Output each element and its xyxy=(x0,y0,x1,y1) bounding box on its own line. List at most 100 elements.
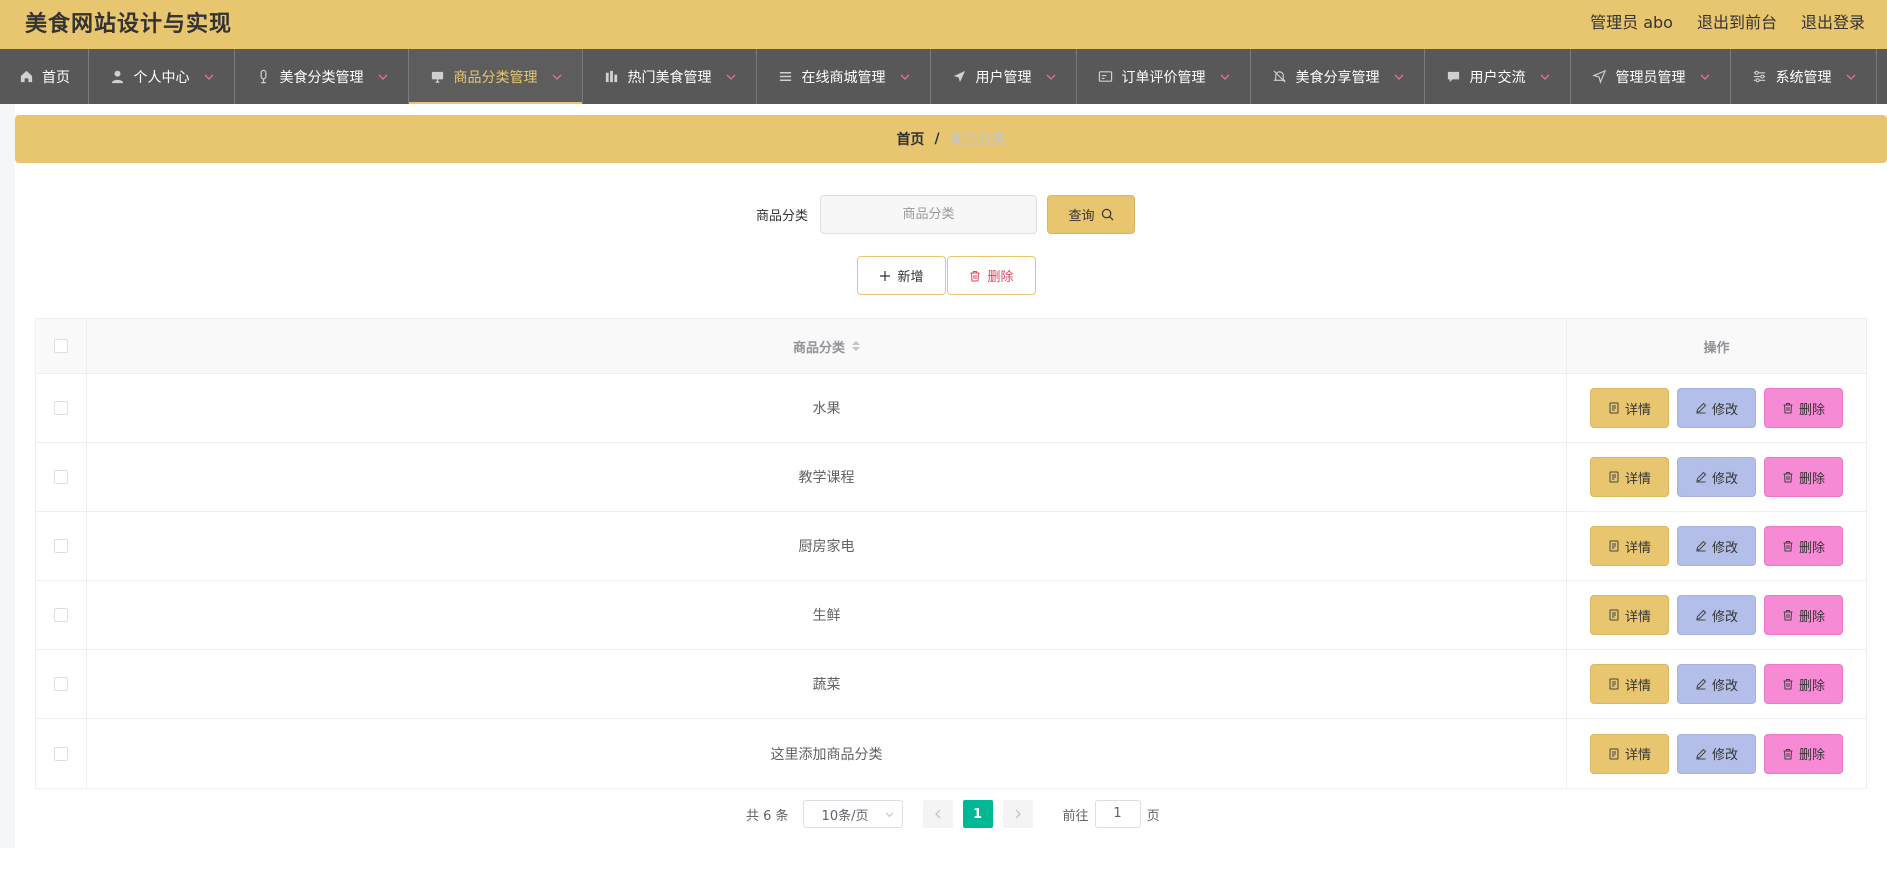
document-icon xyxy=(1609,748,1619,759)
detail-button-label: 详情 xyxy=(1624,678,1651,694)
nav-item-user-chat[interactable]: 用户交流 xyxy=(1425,49,1571,104)
delete-button-label: 删除 xyxy=(1798,609,1825,625)
next-page-button[interactable] xyxy=(1002,800,1033,828)
edit-button[interactable]: 修改 xyxy=(1677,664,1756,704)
detail-button-label: 详情 xyxy=(1624,748,1651,763)
delete-button[interactable]: 删除 xyxy=(1764,457,1843,497)
nav-item-food-category[interactable]: 美食分类管理 xyxy=(235,49,409,104)
row-checkbox[interactable] xyxy=(54,677,68,691)
breadcrumb-home[interactable]: 首页 xyxy=(896,129,924,149)
detail-button[interactable]: 详情 xyxy=(1590,664,1669,704)
action-bar: 新增 删除 xyxy=(857,256,1036,295)
sort-icon[interactable] xyxy=(852,341,860,351)
nav-item-home[interactable]: 首页 xyxy=(0,49,89,104)
document-icon xyxy=(1609,402,1619,414)
row-actions: 详情 修改 删除 xyxy=(1567,443,1866,511)
edit-button[interactable]: 修改 xyxy=(1677,595,1756,635)
trash-icon xyxy=(970,270,980,281)
table-row: 生鲜 详情 修改 删除 xyxy=(36,581,1866,650)
row-checkbox[interactable] xyxy=(54,401,68,415)
detail-button[interactable]: 详情 xyxy=(1590,733,1669,774)
delete-button-label: 删除 xyxy=(1798,471,1825,487)
select-all-checkbox[interactable] xyxy=(54,339,68,353)
detail-button[interactable]: 详情 xyxy=(1590,388,1669,428)
chevron-down-icon xyxy=(1394,74,1403,80)
nav-item-food-share[interactable]: 美食分享管理 xyxy=(1251,49,1425,104)
row-checkbox[interactable] xyxy=(54,470,68,484)
search-icon xyxy=(1101,208,1114,221)
edit-button[interactable]: 修改 xyxy=(1677,526,1756,566)
position-icon xyxy=(1592,69,1608,85)
chevron-down-icon xyxy=(726,74,735,80)
search-label: 商品分类 xyxy=(756,209,809,224)
row-checkbox[interactable] xyxy=(54,539,68,553)
delete-button[interactable]: 删除 xyxy=(1764,664,1843,704)
chevron-down-icon xyxy=(1700,74,1709,80)
column-header-category[interactable]: 商品分类 xyxy=(87,319,1567,373)
site-title: 美食网站设计与实现 xyxy=(25,12,233,37)
chevron-down-icon xyxy=(1220,74,1229,80)
edit-button[interactable]: 修改 xyxy=(1677,388,1756,428)
row-actions: 详情 修改 删除 xyxy=(1567,650,1866,718)
row-checkbox[interactable] xyxy=(54,746,68,761)
search-input[interactable]: 商品分类 xyxy=(820,195,1038,234)
delete-button-label: 删除 xyxy=(1798,748,1825,763)
logout-link[interactable]: 退出登录 xyxy=(1801,9,1865,33)
delete-button[interactable]: 删除 xyxy=(1764,733,1843,774)
row-category-name: 生鲜 xyxy=(87,581,1567,649)
delete-button[interactable]: 删除 xyxy=(1764,526,1843,566)
edit-icon xyxy=(1696,402,1707,414)
delete-button-label: 删除 xyxy=(1798,540,1825,556)
trash-icon xyxy=(1783,679,1793,690)
main-nav: 首页 个人中心 美食分类管理 商品分类管理 热门美食管理 在线商城管理 用户管理… xyxy=(0,49,1887,104)
home-icon xyxy=(18,69,34,85)
nav-item-system-management[interactable]: 系统管理 xyxy=(1731,49,1877,104)
table-row: 厨房家电 详情 修改 删除 xyxy=(36,512,1866,581)
nav-item-user-management[interactable]: 用户管理 xyxy=(931,49,1077,104)
query-button[interactable]: 查询 xyxy=(1047,195,1136,234)
add-button[interactable]: 新增 xyxy=(857,256,946,295)
row-actions: 详情 修改 删除 xyxy=(1567,581,1866,649)
batch-delete-button[interactable]: 删除 xyxy=(947,256,1036,295)
delete-button[interactable]: 删除 xyxy=(1764,388,1843,428)
edit-button[interactable]: 修改 xyxy=(1677,733,1756,774)
detail-button[interactable]: 详情 xyxy=(1590,595,1669,635)
document-icon xyxy=(1609,471,1619,483)
nav-item-label: 商品分类管理 xyxy=(453,69,538,86)
trash-icon xyxy=(1783,748,1793,759)
prev-page-button[interactable] xyxy=(922,800,953,828)
goto-label: 前往 xyxy=(1062,808,1089,824)
row-actions: 详情 修改 删除 xyxy=(1567,374,1866,442)
delete-button-label: 删除 xyxy=(1798,678,1825,694)
table-header: 商品分类 操作 xyxy=(36,319,1866,374)
nav-item-personal-center[interactable]: 个人中心 xyxy=(89,49,235,104)
plus-icon xyxy=(880,270,891,281)
nav-item-product-category[interactable]: 商品分类管理 xyxy=(409,49,583,104)
detail-button[interactable]: 详情 xyxy=(1590,457,1669,497)
edit-icon xyxy=(1696,748,1707,759)
breadcrumb-current: 商品分类 xyxy=(949,132,1006,148)
detail-button[interactable]: 详情 xyxy=(1590,526,1669,566)
chevron-left-icon xyxy=(934,809,941,819)
nav-item-admin-management[interactable]: 管理员管理 xyxy=(1571,49,1731,104)
row-checkbox[interactable] xyxy=(54,608,68,622)
nav-item-label: 个人中心 xyxy=(133,69,190,86)
goto-page-input[interactable]: 1 xyxy=(1094,800,1141,828)
nav-item-label: 美食分享管理 xyxy=(1295,69,1380,86)
exit-to-front-link[interactable]: 退出到前台 xyxy=(1697,9,1777,33)
row-actions: 详情 修改 删除 xyxy=(1567,719,1866,788)
detail-button-label: 详情 xyxy=(1624,471,1651,487)
search-form: 商品分类 商品分类 查询 xyxy=(756,195,1136,234)
send-icon xyxy=(952,69,968,85)
column-header-ops: 操作 xyxy=(1703,340,1730,356)
nav-item-label: 系统管理 xyxy=(1775,69,1832,86)
delete-button-label: 删除 xyxy=(1798,402,1825,418)
page-size-select[interactable]: 10条/页 xyxy=(802,800,903,828)
nav-item-online-mall[interactable]: 在线商城管理 xyxy=(757,49,931,104)
nav-item-order-review[interactable]: 订单评价管理 xyxy=(1077,49,1251,104)
edit-button[interactable]: 修改 xyxy=(1677,457,1756,497)
delete-button[interactable]: 删除 xyxy=(1764,595,1843,635)
nav-item-hot-food[interactable]: 热门美食管理 xyxy=(583,49,757,104)
page-number-current[interactable]: 1 xyxy=(962,800,993,828)
nav-item-label: 热门美食管理 xyxy=(627,69,712,86)
